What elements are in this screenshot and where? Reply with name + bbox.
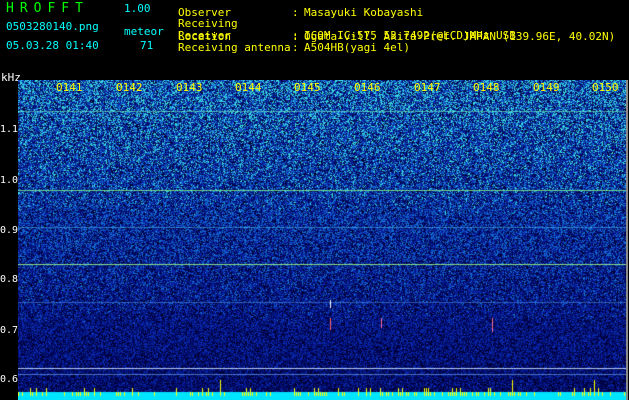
x-tick-label: 0150	[592, 81, 619, 94]
x-tick-label: 0141	[56, 81, 83, 94]
y-tick-label: 0.7	[0, 325, 19, 336]
info-row-antenna: Receiving antenna: A504HB(yagi 4el)	[178, 41, 410, 54]
y-tick-label: 1.1	[0, 124, 19, 135]
y-tick-label: 0.9	[0, 225, 19, 236]
spectrogram-plot	[18, 80, 627, 400]
info-value: A504HB(yagi 4el)	[304, 41, 410, 54]
app-brand: HROFFT	[6, 1, 89, 16]
y-tick-label: 1.0	[0, 175, 19, 186]
spectrogram-canvas	[18, 80, 627, 400]
app-version: 1.00	[124, 2, 151, 15]
y-tick-label: 0.8	[0, 274, 19, 285]
file-name: 0503280140.png	[6, 20, 99, 33]
y-tick-label: 0.6	[0, 374, 19, 385]
x-tick-label: 0144	[235, 81, 262, 94]
x-tick-label: 0148	[473, 81, 500, 94]
info-key: Receiving antenna	[178, 41, 291, 54]
x-tick-label: 0146	[354, 81, 381, 94]
x-tick-label: 0145	[294, 81, 321, 94]
x-tick-label: 0143	[176, 81, 203, 94]
x-tick-label: 0149	[533, 81, 560, 94]
recording-datetime: 05.03.28 01:40	[6, 39, 99, 52]
x-tick-label: 0142	[116, 81, 143, 94]
meteor-count-label: meteor	[124, 25, 164, 38]
right-axis-bar	[626, 80, 628, 400]
x-tick-label: 0147	[414, 81, 441, 94]
info-separator: :	[292, 41, 299, 54]
meteor-count-value: 71	[140, 39, 154, 52]
